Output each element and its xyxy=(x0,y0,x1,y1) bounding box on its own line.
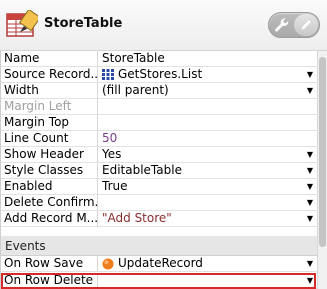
property-value[interactable]: EditableTable xyxy=(98,163,318,179)
property-row-enabled[interactable]: Enabled True ▼ xyxy=(1,179,318,195)
property-row-width[interactable]: Width (fill parent) ▼ xyxy=(1,83,318,99)
property-value[interactable]: StoreTable xyxy=(98,51,318,67)
dropdown-arrow-icon[interactable]: ▼ xyxy=(307,183,313,191)
property-value[interactable] xyxy=(98,195,318,211)
event-row-on-row-delete[interactable]: On Row Delete ▼ xyxy=(1,273,318,289)
property-name: Delete Confirm... xyxy=(1,195,98,211)
property-row-source-record[interactable]: Source Record... GetStores.List ▼ xyxy=(1,67,318,83)
event-row-on-row-save[interactable]: On Row Save UpdateRecord ▼ xyxy=(1,256,318,272)
wrench-icon xyxy=(275,18,289,32)
property-row-line-count[interactable]: Line Count 50 xyxy=(1,131,318,147)
dropdown-arrow-icon[interactable]: ▼ xyxy=(307,87,313,95)
property-value xyxy=(98,99,318,115)
dropdown-arrow-icon[interactable]: ▼ xyxy=(307,199,313,207)
property-name: Margin Top xyxy=(1,115,98,131)
dropdown-arrow-icon[interactable]: ▼ xyxy=(307,71,313,79)
wrench-button[interactable] xyxy=(269,13,295,37)
event-name: On Row Delete xyxy=(1,273,98,289)
property-value-text: True xyxy=(102,179,128,193)
property-value[interactable] xyxy=(98,115,318,131)
property-row-margin-top[interactable]: Margin Top xyxy=(1,115,318,131)
property-name: Style Classes xyxy=(1,163,98,179)
property-value-text: "Add Store" xyxy=(102,211,172,225)
property-value[interactable]: True xyxy=(98,179,318,195)
properties-grid: Name StoreTable Source Record... GetStor… xyxy=(0,51,318,289)
tool-toggle xyxy=(268,12,320,38)
events-section-header: Events xyxy=(1,236,318,256)
pencil-icon xyxy=(300,19,312,31)
record-list-icon xyxy=(102,69,114,80)
property-row-name[interactable]: Name StoreTable xyxy=(1,51,318,67)
event-name: On Row Save xyxy=(1,256,98,272)
property-name: Show Header xyxy=(1,147,98,163)
property-value-text: EditableTable xyxy=(102,163,182,177)
dropdown-arrow-icon[interactable]: ▼ xyxy=(307,151,313,159)
property-row-style-classes[interactable]: Style Classes EditableTable ▼ xyxy=(1,163,318,179)
scrollbar-thumb[interactable] xyxy=(319,57,326,247)
dropdown-arrow-icon[interactable]: ▼ xyxy=(307,260,313,268)
property-name: Name xyxy=(1,51,98,67)
property-name: Source Record... xyxy=(1,67,98,83)
property-name: Enabled xyxy=(1,179,98,195)
event-value[interactable]: UpdateRecord xyxy=(98,256,318,272)
widget-header: StoreTable xyxy=(0,0,327,51)
property-name: Width xyxy=(1,83,98,99)
property-value[interactable]: (fill parent) xyxy=(98,83,318,99)
dropdown-arrow-icon[interactable]: ▼ xyxy=(307,167,313,175)
event-value-text: UpdateRecord xyxy=(118,256,203,270)
property-row-show-header[interactable]: Show Header Yes ▼ xyxy=(1,147,318,163)
property-row-margin-left: Margin Left xyxy=(1,99,318,115)
vertical-scrollbar[interactable] xyxy=(317,51,327,289)
property-name: Margin Left xyxy=(1,99,98,115)
property-row-delete-confirmation[interactable]: Delete Confirm... ▼ xyxy=(1,195,318,211)
property-value[interactable]: "Add Store" xyxy=(98,211,318,227)
property-name: Add Record M... xyxy=(1,211,98,227)
dropdown-arrow-icon[interactable]: ▼ xyxy=(307,215,313,223)
event-value[interactable] xyxy=(98,273,318,289)
property-value[interactable]: 50 xyxy=(98,131,318,147)
property-value[interactable]: Yes xyxy=(98,147,318,163)
property-value-text: Yes xyxy=(102,147,122,161)
dropdown-arrow-icon[interactable]: ▼ xyxy=(307,277,313,285)
property-value-text: GetStores.List xyxy=(118,67,203,81)
property-value[interactable]: GetStores.List xyxy=(98,67,318,83)
property-value-text: (fill parent) xyxy=(102,83,169,97)
pencil-button[interactable] xyxy=(294,14,318,36)
property-value-text: 50 xyxy=(102,131,118,145)
property-value-text: StoreTable xyxy=(102,51,165,65)
widget-title: StoreTable xyxy=(44,16,123,31)
property-row-add-record-message[interactable]: Add Record M... "Add Store" ▼ xyxy=(1,211,318,227)
table-widget-icon xyxy=(6,10,38,37)
property-name: Line Count xyxy=(1,131,98,147)
action-circle-icon xyxy=(102,258,114,269)
